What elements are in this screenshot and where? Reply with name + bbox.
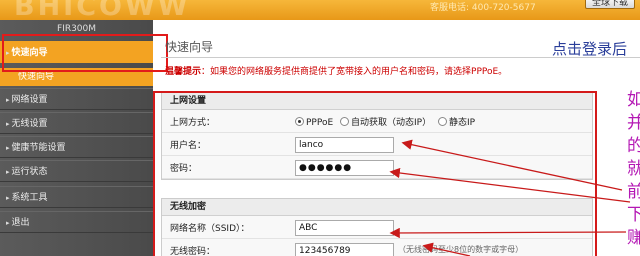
- arrow-to-password: [389, 167, 631, 203]
- arrow-to-ssid: [389, 227, 627, 239]
- annotation-arrows: [389, 139, 631, 256]
- arrow-to-username: [401, 139, 623, 191]
- arrow-to-wireless-key: [422, 242, 471, 256]
